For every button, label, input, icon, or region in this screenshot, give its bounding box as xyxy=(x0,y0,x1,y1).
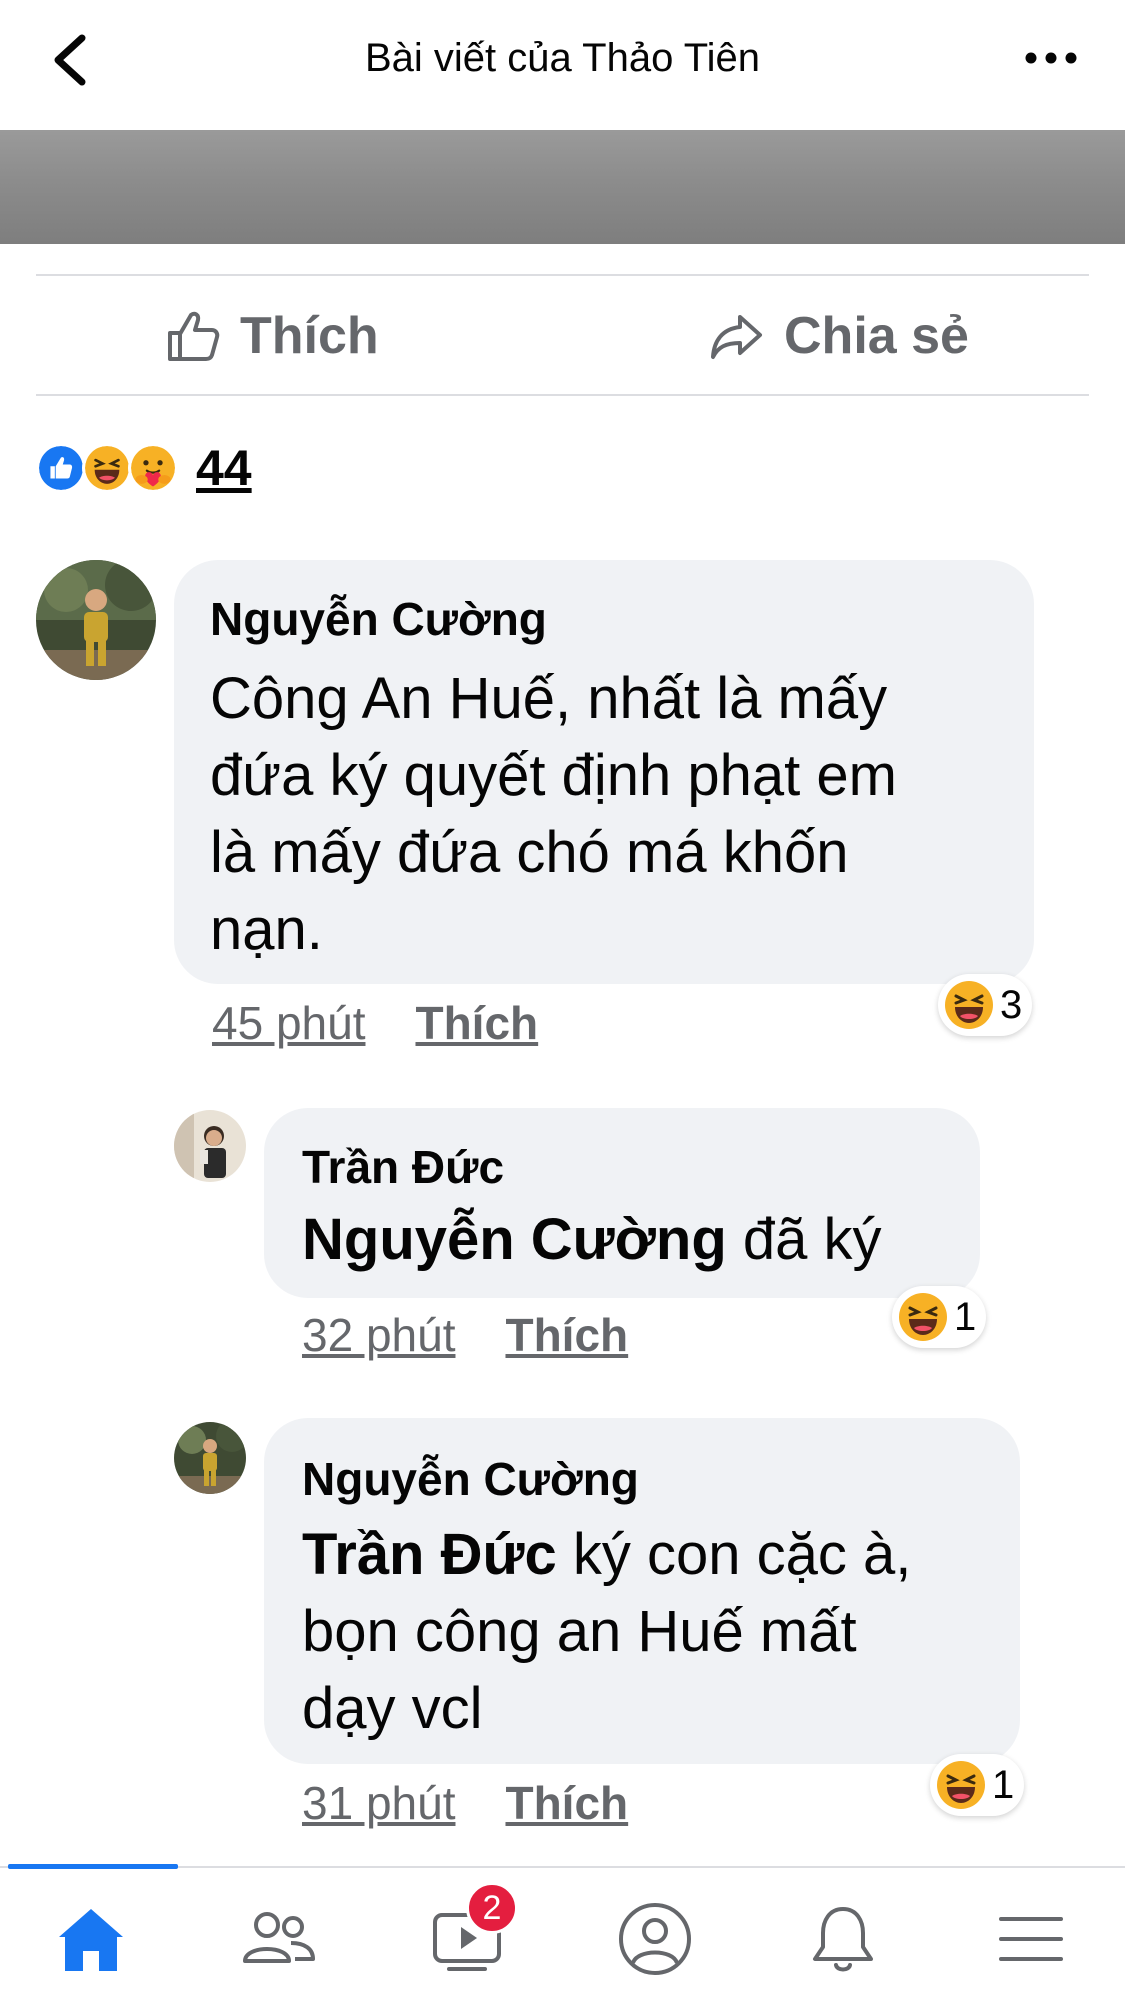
reaction-count: 3 xyxy=(1000,982,1023,1027)
care-reaction-icon xyxy=(128,443,178,493)
post-image[interactable] xyxy=(0,130,1125,244)
like-label: Thích xyxy=(240,307,379,365)
comment-text: Công An Huế, nhất là mấy đứa ký quyết đị… xyxy=(210,660,897,968)
comment-meta: 45 phút Thích xyxy=(212,996,538,1050)
page-title: Bài viết của Thảo Tiên xyxy=(364,36,761,80)
comment-author[interactable]: Nguyễn Cường xyxy=(302,1452,639,1506)
comment-reactions[interactable]: 1 xyxy=(930,1754,1025,1816)
comment-time[interactable]: 45 phút xyxy=(212,996,365,1050)
comment-meta: 32 phút Thích xyxy=(302,1308,628,1362)
avatar-photo xyxy=(174,1422,246,1494)
reaction-count: 1 xyxy=(954,1294,977,1339)
comment-author[interactable]: Nguyễn Cường xyxy=(210,592,547,646)
comment-like-link[interactable]: Thích xyxy=(415,996,538,1050)
comment-text-fragment: ký con cặc à, xyxy=(572,1522,912,1587)
more-options-button[interactable] xyxy=(1021,38,1081,78)
share-label: Chia sẻ xyxy=(784,307,969,365)
share-arrow-icon xyxy=(711,315,762,359)
comment-text-line: đứa ký quyết định phạt em xyxy=(210,743,897,808)
mention-link[interactable]: Nguyễn Cường xyxy=(302,1207,727,1272)
notification-badge: 2 xyxy=(466,1882,518,1934)
comment-reactions[interactable]: 1 xyxy=(892,1286,987,1348)
haha-reaction-icon xyxy=(945,981,993,1029)
avatar[interactable] xyxy=(36,560,156,680)
comment-text-line: nạn. xyxy=(210,897,323,962)
notifications-icon xyxy=(813,1907,873,1972)
nav-watch[interactable]: 2 xyxy=(422,1882,518,1984)
comment-time[interactable]: 32 phút xyxy=(302,1308,455,1362)
thumbs-up-icon xyxy=(168,311,220,361)
more-dots-icon xyxy=(1025,52,1077,64)
menu-icon xyxy=(999,1917,1063,1961)
comment-text-line: Trần Đức ký con cặc à, xyxy=(302,1516,911,1593)
profile-icon xyxy=(619,1903,691,1975)
comment-time[interactable]: 31 phút xyxy=(302,1776,455,1830)
comment-text-line: dạy vcl xyxy=(302,1676,483,1741)
comment-text: Nguyễn Cường đã ký xyxy=(302,1204,882,1276)
post-actions-bar: Thích Chia sẻ xyxy=(36,274,1089,396)
top-bar: Bài viết của Thảo Tiên xyxy=(0,0,1125,130)
comment-meta: 31 phút Thích xyxy=(302,1776,628,1830)
nav-notifications[interactable] xyxy=(798,1894,888,1984)
home-icon xyxy=(59,1909,123,1971)
comment-like-link[interactable]: Thích xyxy=(505,1308,628,1362)
avatar-photo xyxy=(36,560,156,680)
comment-text-line: Công An Huế, nhất là mấy xyxy=(210,666,888,731)
comment-reactions[interactable]: 3 xyxy=(938,974,1033,1036)
haha-reaction-icon xyxy=(82,443,132,493)
nav-home[interactable] xyxy=(46,1894,136,1984)
comment-text-line: là mấy đứa chó má khốn xyxy=(210,820,849,885)
friends-icon xyxy=(243,1912,315,1963)
nav-profile[interactable] xyxy=(610,1894,700,1984)
like-reaction-icon xyxy=(36,443,86,493)
nav-menu[interactable] xyxy=(986,1894,1076,1984)
comment-author[interactable]: Trần Đức xyxy=(302,1140,504,1194)
nav-friends[interactable] xyxy=(234,1894,324,1984)
comment-text-line: bọn công an Huế mất xyxy=(302,1599,857,1664)
mention-link[interactable]: Trần Đức xyxy=(302,1522,557,1587)
active-tab-indicator xyxy=(8,1864,178,1869)
share-button[interactable]: Chia sẻ xyxy=(708,298,969,374)
haha-reaction-icon xyxy=(937,1761,985,1809)
reaction-count: 1 xyxy=(992,1762,1015,1807)
comment-text-line: đã ký xyxy=(742,1207,882,1272)
avatar[interactable] xyxy=(174,1422,246,1494)
reaction-count: 44 xyxy=(196,440,252,496)
haha-reaction-icon xyxy=(899,1293,947,1341)
reactions-summary[interactable]: 44 xyxy=(36,440,252,496)
bottom-nav: 2 xyxy=(0,1864,1125,2001)
comment-like-link[interactable]: Thích xyxy=(505,1776,628,1830)
avatar-photo xyxy=(174,1110,246,1182)
like-button[interactable]: Thích xyxy=(164,298,379,374)
comment-text: Trần Đức ký con cặc à, bọn công an Huế m… xyxy=(302,1516,911,1747)
avatar[interactable] xyxy=(174,1110,246,1182)
